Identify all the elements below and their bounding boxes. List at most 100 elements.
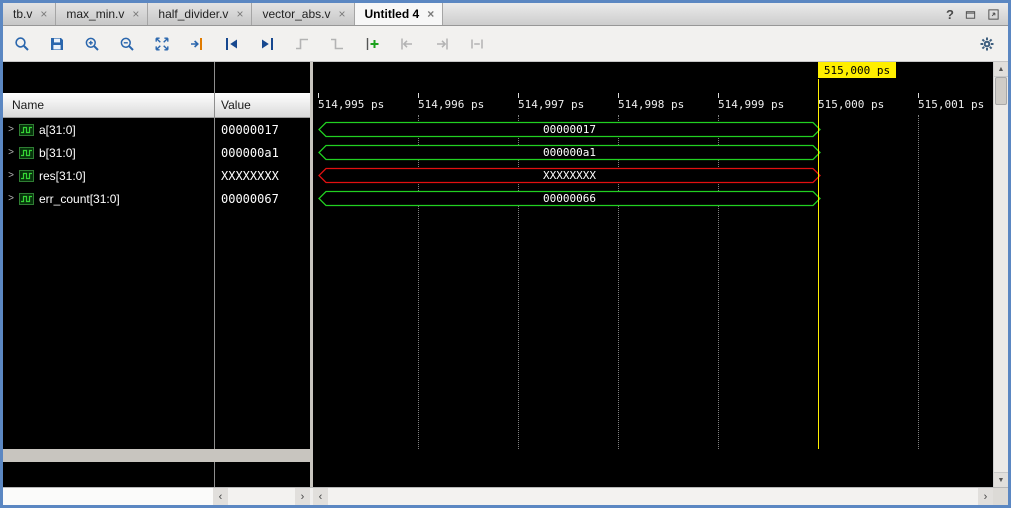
panel-splitter[interactable] [310, 62, 313, 487]
tab-untitled-4[interactable]: Untitled 4 × [355, 3, 444, 25]
zoom-in-icon[interactable] [83, 35, 101, 53]
signal-value: 000000a1 [221, 146, 279, 160]
expand-arrow-icon[interactable]: > [3, 124, 19, 135]
tab-label: tb.v [13, 7, 32, 21]
zoom-to-cursor-icon[interactable] [188, 35, 206, 53]
time-tick-label: 514,998 ps [618, 98, 684, 111]
help-icon[interactable]: ? [946, 7, 954, 22]
float-window-icon[interactable] [964, 8, 977, 21]
tabbar-controls: ? [946, 3, 1008, 25]
signal-name: err_count[31:0] [39, 192, 120, 206]
signal-name: res[31:0] [39, 169, 86, 183]
signal-value: 00000067 [221, 192, 279, 206]
vertical-scrollbar[interactable]: ▲ ▼ [993, 62, 1008, 487]
bottom-left-spacer [3, 488, 213, 505]
expand-arrow-icon[interactable]: > [3, 170, 19, 181]
name-panel-hscrollbar[interactable]: ‹ › [213, 488, 310, 505]
tab-half-divider-v[interactable]: half_divider.v × [148, 3, 252, 25]
close-icon[interactable]: × [339, 8, 346, 20]
signal-name: a[31:0] [39, 123, 76, 137]
signal-icon [19, 124, 34, 136]
vertical-scroll-thumb[interactable] [995, 77, 1007, 105]
signal-value: 00000017 [221, 123, 279, 137]
hscroll-track[interactable] [328, 488, 978, 505]
scroll-left-icon[interactable]: ‹ [213, 488, 228, 505]
gridline [718, 115, 719, 449]
signal-row-res[interactable]: > res[31:0] XXXXXXXX [3, 164, 310, 187]
tab-tb-v[interactable]: tb.v × [3, 3, 56, 25]
gridline [918, 115, 919, 449]
time-tick-label: 514,996 ps [418, 98, 484, 111]
close-icon[interactable]: × [132, 8, 139, 20]
time-tick-label: 515,000 ps [818, 98, 884, 111]
scroll-right-icon[interactable]: › [295, 488, 310, 505]
wave-toolbar [3, 26, 1008, 62]
waveform-canvas[interactable]: 514,995 ps 514,996 ps 514,997 ps 514,998… [313, 62, 993, 487]
time-tick-label: 514,995 ps [318, 98, 384, 111]
goto-time-start-icon[interactable] [398, 35, 416, 53]
save-waveform-icon[interactable] [48, 35, 66, 53]
previous-edge-icon[interactable] [293, 35, 311, 53]
bus-value-label: 000000a1 [318, 146, 821, 159]
scrollbar-corner [993, 488, 1008, 505]
next-transition-icon[interactable] [258, 35, 276, 53]
tab-label: vector_abs.v [262, 7, 330, 21]
wave-bus-res: XXXXXXXX [318, 167, 821, 184]
close-icon[interactable]: × [40, 8, 47, 20]
expand-arrow-icon[interactable]: > [3, 193, 19, 204]
signal-row-b[interactable]: > b[31:0] 000000a1 [3, 141, 310, 164]
cursor-time-label[interactable]: 515,000 ps [818, 62, 896, 78]
signal-icon [19, 147, 34, 159]
signal-icon [19, 193, 34, 205]
close-icon[interactable]: × [427, 8, 434, 20]
column-header-value: Value [221, 98, 251, 112]
next-edge-icon[interactable] [328, 35, 346, 53]
maximize-icon[interactable] [987, 8, 1000, 21]
zoom-out-icon[interactable] [118, 35, 136, 53]
signal-list-header: Name Value [3, 93, 310, 118]
signal-icon [19, 170, 34, 182]
gridline [418, 115, 419, 449]
gridline [618, 115, 619, 449]
scroll-down-icon[interactable]: ▼ [994, 472, 1008, 487]
time-tick-label: 515,001 ps [918, 98, 984, 111]
settings-gear-icon[interactable] [978, 35, 996, 53]
scroll-up-icon[interactable]: ▲ [994, 62, 1008, 77]
tab-label: half_divider.v [158, 7, 228, 21]
signal-row-a[interactable]: > a[31:0] 00000017 [3, 118, 310, 141]
signal-list-panel: Name Value > a[31:0] 00000017 > b[31:0] … [3, 62, 310, 487]
scroll-left-icon[interactable]: ‹ [313, 488, 328, 505]
tab-vector-abs-v[interactable]: vector_abs.v × [252, 3, 354, 25]
wave-bus-err-count: 00000066 [318, 190, 821, 207]
add-marker-icon[interactable] [363, 35, 381, 53]
wave-panel-hscrollbar[interactable]: ‹ › [313, 488, 993, 505]
expand-arrow-icon[interactable]: > [3, 147, 19, 158]
tab-label: Untitled 4 [365, 7, 420, 21]
hscroll-track[interactable] [228, 488, 295, 505]
search-icon[interactable] [13, 35, 31, 53]
signal-row-err-count[interactable]: > err_count[31:0] 00000067 [3, 187, 310, 210]
waveform-window: tb.v × max_min.v × half_divider.v × vect… [0, 0, 1011, 508]
wave-bus-a: 00000017 [318, 121, 821, 138]
time-tick-label: 514,997 ps [518, 98, 584, 111]
tab-label: max_min.v [66, 7, 124, 21]
tab-bar: tb.v × max_min.v × half_divider.v × vect… [3, 3, 1008, 26]
previous-transition-icon[interactable] [223, 35, 241, 53]
gridline [518, 115, 519, 449]
wave-bus-b: 000000a1 [318, 144, 821, 161]
bus-value-label: 00000066 [318, 192, 821, 205]
column-header-name: Name [12, 98, 44, 112]
time-tick-label: 514,999 ps [718, 98, 784, 111]
bus-value-label: XXXXXXXX [318, 169, 821, 182]
tab-max-min-v[interactable]: max_min.v × [56, 3, 148, 25]
name-value-divider[interactable] [214, 62, 215, 487]
bus-value-label: 00000017 [318, 123, 821, 136]
scroll-right-icon[interactable]: › [978, 488, 993, 505]
zoom-range-icon[interactable] [468, 35, 486, 53]
cursor-line[interactable] [818, 79, 819, 449]
zoom-fit-icon[interactable] [153, 35, 171, 53]
goto-time-end-icon[interactable] [433, 35, 451, 53]
bottom-scroll-area: ‹ › ‹ › [3, 487, 1008, 505]
close-icon[interactable]: × [236, 8, 243, 20]
panel-split-band [3, 449, 310, 462]
